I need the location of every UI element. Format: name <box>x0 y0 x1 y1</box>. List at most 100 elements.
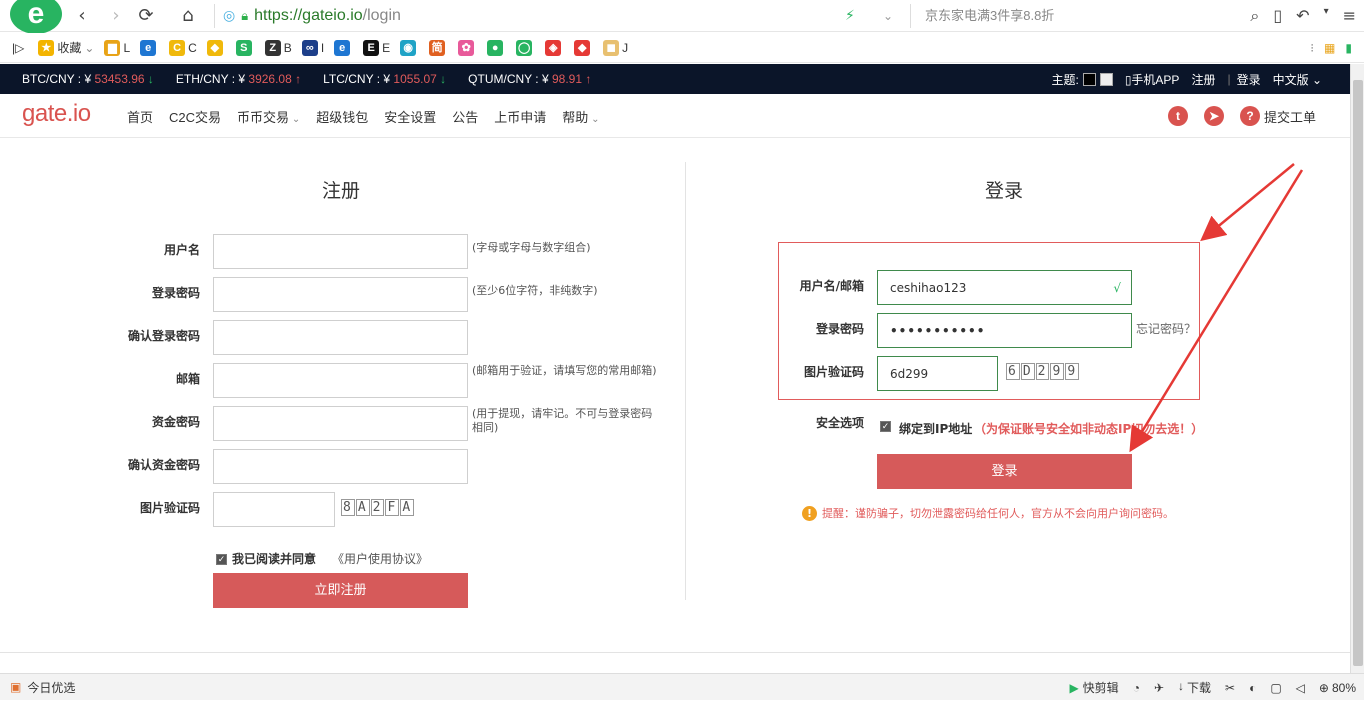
speed-dial-icon[interactable]: ◔ <box>1133 681 1140 695</box>
nav-item[interactable]: 首页 <box>127 107 153 126</box>
site-header: gate.io 首页 C2C交易 币币交易 ⌄ 超级钱包 安全设置 公告 上币申请 帮助 ⌄ … <box>0 94 1350 138</box>
nav-item[interactable]: 超级钱包 <box>316 107 368 126</box>
phone-icon[interactable]: ▯ <box>1273 6 1282 26</box>
password-input[interactable]: ••••••••••• <box>877 313 1132 348</box>
diamond-icon: ◈ <box>545 39 562 56</box>
scrollbar-thumb[interactable] <box>1353 80 1363 666</box>
apps-icon[interactable]: ▦ <box>1324 41 1335 55</box>
bookmark-item[interactable]: ✿ <box>458 39 477 56</box>
bookmark-item[interactable]: S <box>235 39 255 56</box>
ticker-item[interactable]: BTC/CNY : ¥ 53453.96 ↓ <box>22 72 154 86</box>
refresh-icon[interactable]: ⟳ <box>136 6 156 26</box>
edge-icon[interactable]: ◐ <box>1249 681 1256 695</box>
browser-logo-icon[interactable]: e <box>10 0 62 34</box>
ticker-currency: ¥ <box>238 72 246 86</box>
undo-icon[interactable]: ↶ <box>1296 6 1309 26</box>
mobile-app-link[interactable]: ▯手机APP <box>1125 71 1180 88</box>
address-bar[interactable]: ◎ 🔒︎ https://gateio.io/login ⚡ ⌄ <box>214 4 914 28</box>
bind-ip-checkbox[interactable]: ✓ <box>880 421 891 432</box>
forward-icon[interactable]: › <box>106 6 126 26</box>
register-field-input[interactable] <box>213 492 335 527</box>
speed-icon[interactable]: ⚡ <box>845 8 855 24</box>
page-scrollbar[interactable] <box>1350 64 1364 673</box>
search-icon[interactable]: ⌕ <box>1250 6 1259 26</box>
username-input[interactable]: ceshihao123 √ <box>877 270 1132 305</box>
menu-chevron-icon[interactable]: ▾ <box>1324 6 1329 26</box>
register-captcha-image[interactable]: 8A2FA <box>341 499 415 516</box>
ticker-item[interactable]: QTUM/CNY : ¥ 98.91 ↑ <box>468 72 591 86</box>
app-icon: S <box>235 39 252 56</box>
bookmark-item[interactable]: ◆ <box>574 39 593 56</box>
register-field-input[interactable] <box>213 449 468 484</box>
submit-ticket-link[interactable]: ? 提交工单 <box>1239 106 1316 126</box>
more-icon[interactable]: ⁝ <box>1310 41 1314 55</box>
gateio-logo[interactable]: gate.io <box>22 100 91 128</box>
login-button[interactable]: 登录 <box>877 454 1132 489</box>
ticker-price: 53453.96 <box>94 72 145 86</box>
captcha-char: A <box>355 499 370 516</box>
nav-item[interactable]: 上币申请 <box>494 107 546 126</box>
back-icon[interactable]: ‹ <box>72 6 92 26</box>
register-button[interactable]: 立即注册 <box>213 573 468 608</box>
bookmark-item[interactable]: 简 <box>429 39 448 56</box>
bookmark-item[interactable]: EE <box>363 39 390 56</box>
login-link[interactable]: 登录 <box>1237 71 1261 88</box>
bookmark-item[interactable]: ◼ J <box>603 39 628 56</box>
nav-item[interactable]: 公告 <box>452 107 478 126</box>
register-field-input[interactable] <box>213 406 468 441</box>
forgot-password-link[interactable]: 忘记密码？ <box>1136 320 1196 337</box>
hamburger-menu-icon[interactable]: ≡ <box>1343 6 1356 26</box>
bookmark-item[interactable]: CC <box>169 39 197 56</box>
twitter-icon[interactable]: t <box>1167 106 1188 126</box>
bookmark-item[interactable]: e <box>140 39 159 56</box>
mobile-app-label: 手机APP <box>1131 72 1180 87</box>
bookmark-item[interactable]: ▆ L <box>104 39 130 56</box>
today-picks-link[interactable]: 今日优选 <box>27 679 75 696</box>
bookmark-item[interactable]: ◈ <box>545 39 564 56</box>
user-agreement-link[interactable]: 《用户使用协议》 <box>332 550 428 567</box>
window-icon[interactable]: ▢ <box>1270 681 1281 695</box>
nav-item[interactable]: 安全设置 <box>384 107 436 126</box>
quick-clip-button[interactable]: ▶ 快剪辑 <box>1069 679 1118 696</box>
language-select[interactable]: 中文版 ⌄ <box>1273 71 1322 88</box>
register-link[interactable]: 注册 <box>1191 71 1215 88</box>
bookmark-item[interactable]: ◉ <box>400 39 419 56</box>
ticker-item[interactable]: ETH/CNY : ¥ 3926.08 ↑ <box>176 72 301 86</box>
login-captcha-image[interactable]: 6D299 <box>1006 363 1080 380</box>
ticker-item[interactable]: LTC/CNY : ¥ 1055.07 ↓ <box>323 72 446 86</box>
search-box[interactable]: 京东家电满3件享8.8折 <box>910 4 1220 28</box>
register-field-input[interactable] <box>213 277 468 312</box>
zoom-control[interactable]: ⊕ 80% <box>1319 681 1356 695</box>
register-field-input[interactable] <box>213 320 468 355</box>
register-field-input[interactable] <box>213 234 468 269</box>
screenshot-icon[interactable]: ✂ <box>1225 681 1235 695</box>
bookmark-item[interactable]: ∞ I <box>301 39 324 56</box>
download-icon: ↓ <box>1178 679 1184 693</box>
download-button[interactable]: ↓ 下载 <box>1178 679 1211 696</box>
register-field-hint: (字母或字母与数字组合) <box>472 241 591 254</box>
login-captcha-input[interactable]: 6d299 <box>877 356 998 391</box>
bookmark-item[interactable]: ● <box>487 39 506 56</box>
wechat-icon: ● <box>487 39 504 56</box>
dropdown-chevron-icon[interactable]: ⌄ <box>883 9 893 23</box>
theme-light-swatch[interactable] <box>1099 72 1113 86</box>
bookmark-item[interactable]: ◯ <box>516 39 535 56</box>
chevron-down-icon: ⌄ <box>289 113 301 125</box>
bookmark-item[interactable]: e <box>334 39 353 56</box>
plane-icon[interactable]: ✈ <box>1154 681 1164 695</box>
nav-item[interactable]: 币币交易 ⌄ <box>237 107 300 126</box>
nav-item[interactable]: C2C交易 <box>169 107 221 126</box>
nav-item[interactable]: 帮助 ⌄ <box>562 107 599 126</box>
bookmark-item[interactable]: ZB <box>264 39 292 56</box>
bookmark-item[interactable]: ★ 收藏 ⌄ <box>38 39 94 56</box>
theme-dark-swatch[interactable] <box>1082 72 1096 86</box>
jian-icon: 简 <box>429 39 446 56</box>
home-icon[interactable]: ⌂ <box>178 6 198 26</box>
mute-icon[interactable]: ◁ <box>1296 681 1305 695</box>
telegram-icon[interactable]: ➤ <box>1203 106 1224 126</box>
bookmark-item[interactable]: ◆ <box>206 39 226 56</box>
sidebar-toggle-icon[interactable]: |▷ <box>12 41 24 55</box>
register-field-input[interactable] <box>213 363 468 398</box>
reading-list-icon[interactable]: ▮ <box>1345 41 1352 55</box>
agree-checkbox[interactable]: ✓ <box>216 554 227 565</box>
